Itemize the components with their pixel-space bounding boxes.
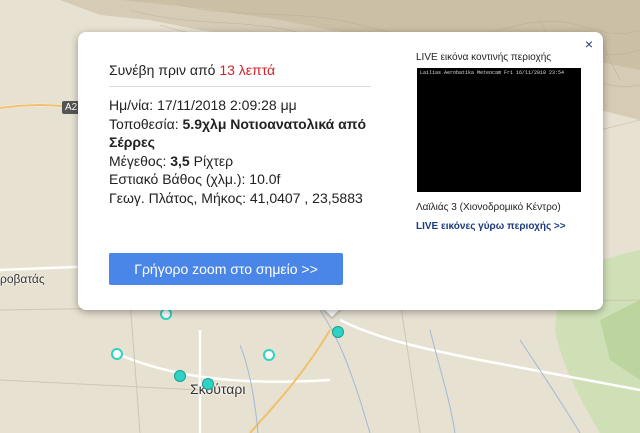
- earthquake-marker[interactable]: [263, 349, 275, 361]
- webcam-image[interactable]: Lailias Aerobatika Meteocam Fri 16/11/20…: [417, 68, 581, 192]
- close-icon[interactable]: ×: [585, 36, 593, 52]
- magnitude-row: Μέγεθος: 3,5 Ρίχτερ: [109, 152, 374, 171]
- time-ago-value: 13 λεπτά: [219, 62, 276, 78]
- coords-row: Γεωγ. Πλάτος, Μήκος: 41,0407 , 23,5883: [109, 189, 374, 208]
- earthquake-info-popup: × Συνέβη πριν από 13 λεπτά Ημ/νία: 17/11…: [78, 32, 603, 310]
- divider: [109, 86, 371, 87]
- datetime-row: Ημ/νία: 17/11/2018 2:09:28 μμ: [109, 96, 374, 115]
- town-label-skoutari: Σκούταρι: [190, 381, 246, 397]
- depth-row: Εστιακό Βάθος (χλμ.): 10.0f: [109, 170, 374, 189]
- location-row: Τοποθεσία: 5.9χλμ Νοτιοανατολικά από Σέρ…: [109, 115, 374, 152]
- earthquake-marker[interactable]: [174, 370, 186, 382]
- magnitude-unit: Ρίχτερ: [193, 152, 234, 169]
- magnitude-value: 3,5: [170, 152, 190, 169]
- webcam-title: LIVE εικόνα κοντινής περιοχής: [416, 52, 552, 63]
- zoom-to-point-button[interactable]: Γρήγορο zoom στο σημείο >>: [109, 253, 343, 285]
- datetime-value: 17/11/2018 2:09:28 μμ: [157, 97, 297, 113]
- coords-value: 41,0407 , 23,5883: [249, 189, 363, 206]
- town-label-left: ροβατάς: [0, 272, 45, 286]
- webcam-more-link[interactable]: LIVE εικόνες γύρω περιοχής >>: [416, 221, 566, 232]
- magnitude-label: Μέγεθος:: [109, 152, 167, 169]
- webcam-name: Λαϊλιάς 3 (Χιονοδρομικό Κέντρο): [416, 202, 561, 213]
- time-ago-prefix: Συνέβη πριν από: [109, 62, 216, 78]
- coords-label: Γεωγ. Πλάτος, Μήκος:: [109, 189, 246, 206]
- depth-label: Εστιακό Βάθος (χλμ.):: [109, 171, 246, 187]
- earthquake-marker-selected[interactable]: [332, 326, 344, 338]
- datetime-label: Ημ/νία:: [109, 97, 154, 113]
- webcam-caption: Lailias Aerobatika Meteocam Fri 16/11/20…: [420, 70, 565, 76]
- depth-value: 10.0f: [249, 171, 281, 187]
- time-ago: Συνέβη πριν από 13 λεπτά: [109, 62, 275, 78]
- earthquake-details: Ημ/νία: 17/11/2018 2:09:28 μμ Τοποθεσία:…: [109, 96, 374, 207]
- earthquake-marker[interactable]: [202, 378, 214, 390]
- earthquake-marker[interactable]: [111, 348, 123, 360]
- location-label: Τοποθεσία:: [109, 115, 179, 132]
